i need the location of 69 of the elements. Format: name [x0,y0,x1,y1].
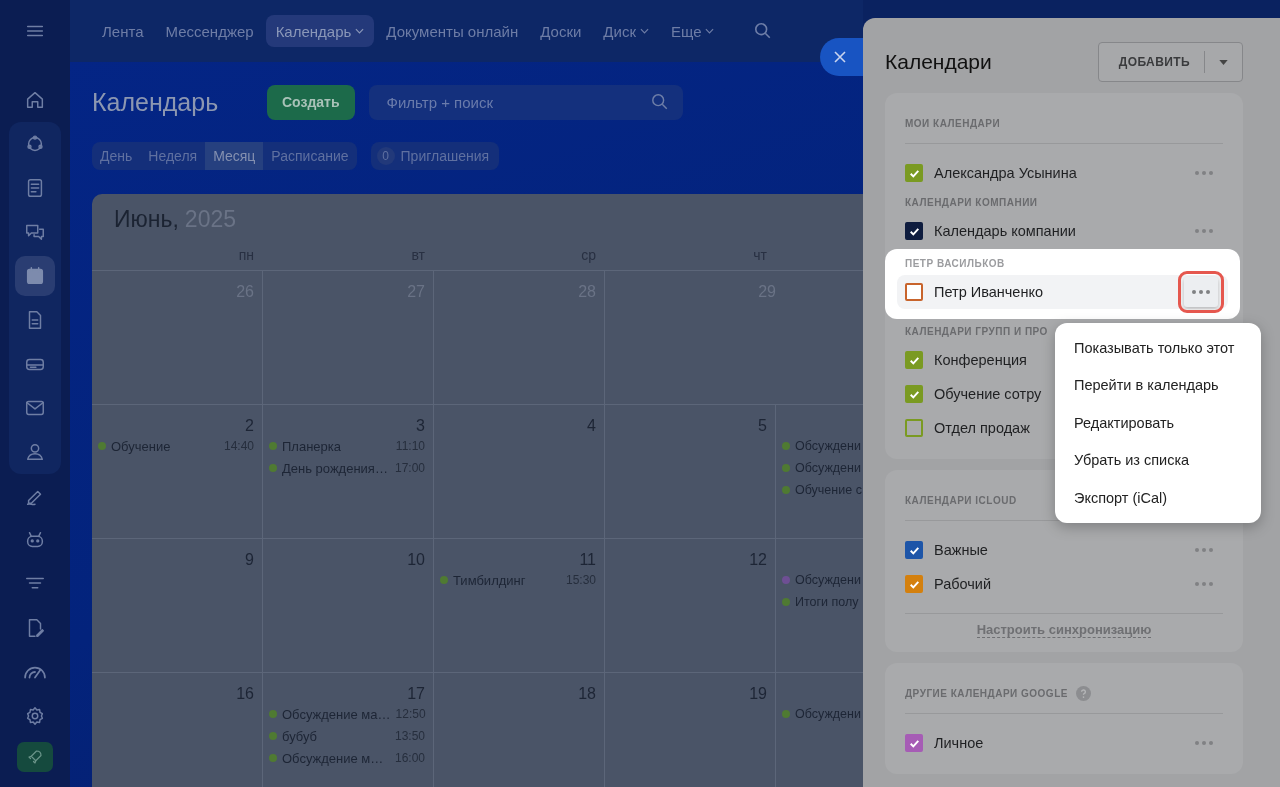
nav-tab[interactable]: Календарь [265,15,375,47]
section-heading: ПЕТР ВАСИЛЬКОВ [905,257,1005,271]
add-button[interactable]: ДОБАВИТЬ [1097,42,1243,82]
search-icon [650,92,669,111]
calendar-name: Календарь компании [934,223,1076,239]
sync-link[interactable]: Настроить синхронизацию [976,622,1152,638]
search-icon[interactable] [754,22,773,40]
caret-icon [1219,59,1228,65]
sidebar-item[interactable] [15,256,55,296]
checkbox[interactable] [905,164,923,182]
section-heading: КАЛЕНДАРИ КОМПАНИИ [905,196,1038,210]
close-icon [834,51,846,63]
menu-item[interactable]: Перейти в календарь [1055,366,1261,404]
menu-item[interactable]: Убрать из списка [1055,441,1261,479]
checkbox[interactable] [905,575,923,593]
contacts-icon [24,441,46,463]
menu-item[interactable]: Показывать только этот [1055,329,1261,367]
nav-tab[interactable]: Мессенджер [155,15,264,47]
checkbox[interactable] [905,734,923,752]
invitations-button[interactable]: 0 Приглашения [370,142,500,170]
nav-tab[interactable]: Еще [660,15,725,47]
checkbox[interactable] [905,541,923,559]
more-icon [1195,741,1213,745]
checkbox[interactable] [905,385,923,403]
more-icon [1192,290,1210,294]
nav-tab[interactable]: Лента [92,15,154,47]
view-tab[interactable]: Расписание [263,142,357,170]
nav-tab[interactable]: Диск [593,15,659,47]
checkbox[interactable] [905,351,923,369]
calendar-name: Отдел продаж [934,420,1030,436]
count-badge: 0 [376,147,395,165]
chevron-down-icon [355,28,365,34]
home-icon [24,89,46,111]
menu-item[interactable]: Экспорт (iCal) [1055,479,1261,517]
calendar-name: Петр Иванченко [934,284,1043,300]
search-field[interactable]: Фильтр + поиск [368,84,683,120]
page-title: Календарь [92,87,220,117]
checkbox[interactable] [905,283,923,301]
chevron-down-icon [639,28,649,34]
more-icon [1195,229,1213,233]
checkbox[interactable] [905,419,923,437]
view-tab[interactable]: Месяц [205,142,264,170]
section-heading: МОИ КАЛЕНДАРИ [905,117,1001,131]
calendar-name: Личное [934,735,984,751]
more-icon [1195,582,1213,586]
panel-title: Календари [885,50,992,74]
calendar-name: Александра Усынина [934,165,1077,181]
calendar-icon [24,265,46,287]
section-heading: КАЛЕНДАРИ ICLOUD [905,494,1017,508]
more-icon [1195,171,1213,175]
checkbox[interactable] [905,222,923,240]
calendar-name: Рабочий [934,576,992,592]
close-button[interactable] [820,38,863,76]
more-icon [1195,548,1213,552]
section-heading: ДРУГИЕ КАЛЕНДАРИ GOOGLE [905,687,1068,701]
calendar-name: Важные [934,542,988,558]
settings-icon [24,705,46,727]
rocket-button[interactable] [17,742,53,772]
view-tab[interactable]: Неделя [140,142,206,170]
nav-tab[interactable]: Документы онлайн [376,15,529,47]
chevron-down-icon [705,28,715,34]
section-heading: КАЛЕНДАРИ ГРУПП И ПРО [905,325,1048,339]
invitations-label: Приглашения [400,148,490,164]
calendar-name: Конференция [934,352,1027,368]
create-button[interactable]: Создать [267,84,355,120]
nav-tab[interactable]: Доски [530,15,592,47]
calendar-name: Обучение сотру [934,386,1042,402]
menu-item[interactable]: Редактировать [1055,404,1261,442]
view-tab[interactable]: День [92,142,141,170]
